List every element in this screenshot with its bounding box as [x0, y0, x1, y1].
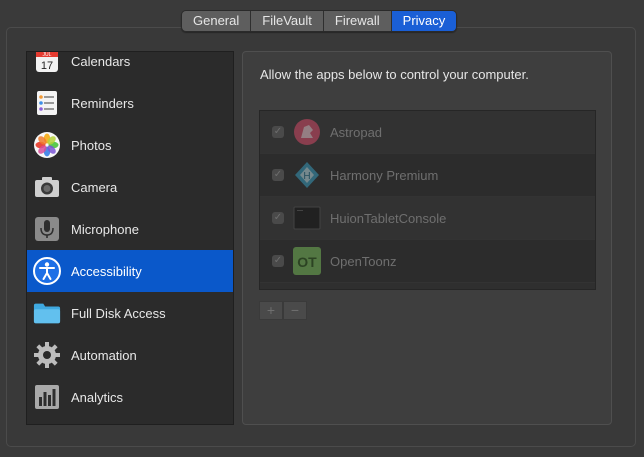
- sidebar-item-label: Full Disk Access: [71, 305, 166, 321]
- opentoonz-icon-letters: OT: [297, 254, 317, 270]
- app-name: Astropad: [330, 124, 383, 140]
- folder-icon: [33, 299, 61, 327]
- sidebar-item-automation[interactable]: Automation: [27, 334, 233, 376]
- list-item-huiontabletconsole[interactable]: ✓ HuionTabletConsole: [260, 197, 595, 240]
- calendar-month-text: JUL: [43, 52, 52, 58]
- app-name: HuionTabletConsole: [330, 210, 447, 226]
- app-name: OpenToonz: [330, 253, 397, 269]
- sidebar-item-calendars[interactable]: JUL 17 Calendars: [27, 52, 233, 82]
- reminders-icon: [33, 89, 61, 117]
- photos-icon: [33, 131, 61, 159]
- list-item-harmony-premium[interactable]: ✓ H Harmony Premium: [260, 154, 595, 197]
- sidebar-item-photos[interactable]: Photos: [27, 124, 233, 166]
- harmony-icon: H: [292, 160, 322, 190]
- accessibility-icon: [33, 257, 61, 285]
- app-checkbox[interactable]: ✓: [272, 212, 284, 224]
- sidebar-item-label: Reminders: [71, 95, 134, 111]
- sidebar-item-microphone[interactable]: Microphone: [27, 208, 233, 250]
- tab-privacy[interactable]: Privacy: [391, 11, 457, 31]
- list-item-opentoonz[interactable]: ✓ OT OpenToonz: [260, 240, 595, 283]
- microphone-icon: [33, 215, 61, 243]
- astropad-icon: [292, 117, 322, 147]
- tab-firewall[interactable]: Firewall: [323, 11, 392, 31]
- sidebar-item-analytics[interactable]: Analytics: [27, 376, 233, 418]
- analytics-icon: [33, 383, 61, 411]
- app-name: Harmony Premium: [330, 167, 439, 183]
- calendar-icon: JUL 17: [33, 52, 61, 75]
- app-list[interactable]: ✓ Astropad ✓ H Harmony Premium ✓ HuionTa…: [259, 110, 596, 290]
- camera-icon: [33, 173, 61, 201]
- opentoonz-icon: OT: [292, 246, 322, 276]
- sidebar-item-reminders[interactable]: Reminders: [27, 82, 233, 124]
- tab-bar: General FileVault Firewall Privacy: [181, 10, 458, 32]
- sidebar-item-label: Accessibility: [71, 263, 142, 279]
- accessibility-panel: Allow the apps below to control your com…: [242, 51, 612, 425]
- sidebar-item-label: Calendars: [71, 53, 131, 69]
- privacy-category-list[interactable]: JUL 17 Calendars Reminders Photos Camera…: [26, 51, 234, 425]
- sidebar-item-full-disk-access[interactable]: Full Disk Access: [27, 292, 233, 334]
- gear-icon: [33, 341, 61, 369]
- remove-app-button[interactable]: −: [283, 301, 307, 320]
- sidebar-item-label: Camera: [71, 179, 118, 195]
- list-item-astropad[interactable]: ✓ Astropad: [260, 111, 595, 154]
- panel-description: Allow the apps below to control your com…: [260, 67, 529, 82]
- sidebar-item-accessibility[interactable]: Accessibility: [27, 250, 233, 292]
- sidebar-item-label: Microphone: [71, 221, 139, 237]
- list-buttons: + −: [259, 301, 307, 320]
- harmony-icon-letter: H: [303, 171, 310, 182]
- calendar-day-text: 17: [41, 60, 53, 72]
- app-checkbox[interactable]: ✓: [272, 255, 284, 267]
- huion-icon: [292, 203, 322, 233]
- app-checkbox[interactable]: ✓: [272, 169, 284, 181]
- add-app-button[interactable]: +: [259, 301, 283, 320]
- sidebar-item-camera[interactable]: Camera: [27, 166, 233, 208]
- sidebar-item-label: Analytics: [71, 389, 124, 405]
- sidebar-item-label: Automation: [71, 347, 137, 363]
- tab-filevault[interactable]: FileVault: [251, 11, 324, 31]
- tab-general[interactable]: General: [182, 11, 252, 31]
- sidebar-item-label: Photos: [71, 137, 112, 153]
- app-checkbox[interactable]: ✓: [272, 126, 284, 138]
